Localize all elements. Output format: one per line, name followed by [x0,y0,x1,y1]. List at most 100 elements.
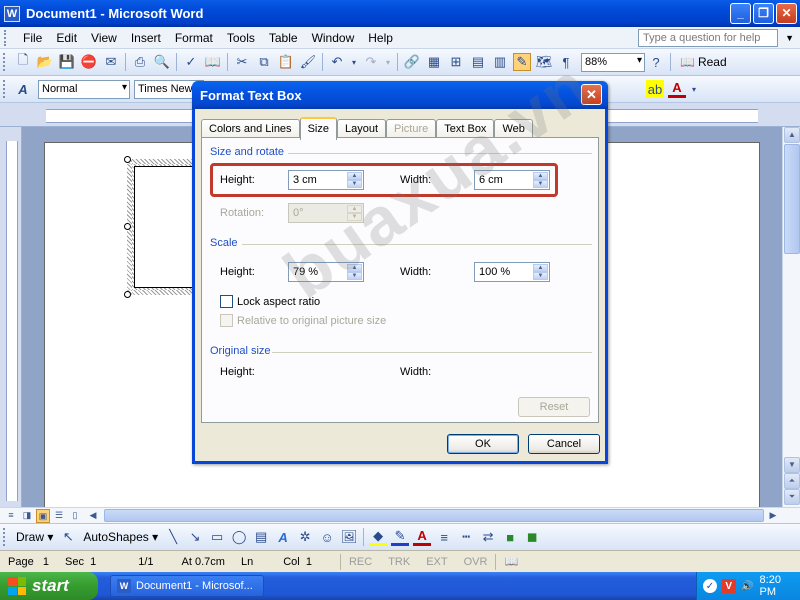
tab-text-box[interactable]: Text Box [436,119,495,139]
menu-insert[interactable]: Insert [124,31,168,45]
scroll-left-icon[interactable]: ◀ [86,509,100,523]
menu-window[interactable]: Window [305,31,362,45]
toolbar-grip-icon[interactable] [3,53,9,71]
tab-web[interactable]: Web [494,119,533,139]
email-icon[interactable]: ✉ [102,53,120,71]
tray-unikey-icon[interactable]: V [721,579,736,593]
status-trk[interactable]: TRK [380,556,418,568]
dialog-close-button[interactable]: ✕ [581,84,602,105]
spin-down-icon[interactable]: ▼ [347,272,362,280]
spin-up-icon[interactable]: ▲ [533,264,548,272]
spin-up-icon[interactable]: ▲ [347,172,362,180]
status-ext[interactable]: EXT [418,556,455,568]
cut-icon[interactable]: ✂ [233,53,251,71]
autoshapes-menu-button[interactable]: AutoShapes ▾ [83,530,158,544]
toolbar-grip-icon[interactable] [3,80,9,98]
start-button[interactable]: start [0,572,98,600]
horizontal-scrollbar[interactable]: ≡ ◨ ▣ ☰ ▯ ◀ ▶ [0,507,800,523]
help-icon[interactable]: ? [647,53,665,71]
menu-format[interactable]: Format [168,31,220,45]
tray-speaker-icon[interactable]: 🔊 [741,579,755,593]
read-button[interactable]: 📖 Read [680,55,727,69]
outline-view-icon[interactable]: ☰ [52,509,66,523]
shadow-style-icon[interactable]: ■ [501,528,519,546]
resize-handle[interactable] [124,156,131,163]
arrow-style-icon[interactable]: ⇄ [479,528,497,546]
scroll-down-icon[interactable]: ▼ [784,457,800,473]
3d-style-icon[interactable]: ◼ [523,528,541,546]
select-objects-icon[interactable]: ↖ [59,528,77,546]
tray-arrow-icon[interactable]: ✓ [703,579,717,593]
redo-dropdown-icon[interactable]: ▾ [384,53,392,71]
scale-height-spinner[interactable]: 79 % ▲ ▼ [288,262,364,282]
wordart-icon[interactable]: A [274,528,292,546]
toolbar-grip-icon[interactable] [3,528,9,546]
hyperlink-icon[interactable]: 🔗 [403,53,421,71]
menu-help[interactable]: Help [361,31,400,45]
restore-button[interactable]: ❐ [753,3,774,24]
line-style-icon[interactable]: ≡ [435,528,453,546]
spin-up-icon[interactable]: ▲ [533,172,548,180]
permission-icon[interactable]: ⛔ [80,53,98,71]
width-spinner[interactable]: 6 cm ▲ ▼ [474,170,550,190]
draw-font-color-icon[interactable]: A [413,528,432,546]
prev-page-icon[interactable]: ⏶ [784,473,800,489]
spelling-icon[interactable]: ✓ [182,53,200,71]
print-preview-icon[interactable]: 🔍 [153,53,171,71]
oval-icon[interactable]: ◯ [230,528,248,546]
menu-table[interactable]: Table [262,31,305,45]
line-color-icon[interactable]: ✎ [391,528,410,546]
format-painter-icon[interactable]: 🖌 [299,53,317,71]
style-select[interactable]: Normal [38,79,130,99]
copy-icon[interactable]: ⧉ [255,53,273,71]
menu-edit[interactable]: Edit [49,31,84,45]
dash-style-icon[interactable]: ┅ [457,528,475,546]
vertical-ruler[interactable] [0,127,22,507]
show-hide-icon[interactable]: ¶ [557,53,575,71]
save-icon[interactable]: 💾 [58,53,76,71]
lock-aspect-checkbox[interactable]: Lock aspect ratio [220,295,320,308]
tab-size[interactable]: Size [299,117,337,140]
dialog-titlebar[interactable]: Format Text Box [192,81,608,109]
vertical-scroll-thumb[interactable] [784,144,800,254]
menu-grip-icon[interactable] [4,29,12,46]
undo-dropdown-icon[interactable]: ▾ [350,53,358,71]
ok-button[interactable]: OK [447,434,519,454]
new-document-icon[interactable]: 🗋 [14,52,32,71]
fill-color-icon[interactable]: ◆ [369,528,388,546]
line-icon[interactable]: ╲ [164,528,182,546]
insert-excel-icon[interactable]: ▤ [469,53,487,71]
highlight-icon[interactable]: ab [646,80,664,98]
document-map-icon[interactable]: 🗺 [535,53,553,71]
word-app-icon[interactable]: W [4,5,20,22]
cancel-button[interactable]: Cancel [528,434,600,454]
tab-colors-and-lines[interactable]: Colors and Lines [201,119,300,139]
status-ovr[interactable]: OVR [456,556,496,568]
status-rec[interactable]: REC [341,556,380,568]
minimize-button[interactable]: _ [730,3,751,24]
reading-layout-icon[interactable]: ▯ [68,509,82,523]
scroll-up-icon[interactable]: ▲ [784,127,800,143]
tab-layout[interactable]: Layout [336,119,386,139]
print-layout-icon[interactable]: ▣ [36,509,50,523]
spin-down-icon[interactable]: ▼ [533,180,548,188]
font-color-dropdown-icon[interactable]: ▾ [690,80,698,98]
diagram-icon[interactable]: ✲ [296,528,314,546]
tables-borders-icon[interactable]: ▦ [425,53,443,71]
open-folder-icon[interactable]: 📂 [36,53,54,71]
web-layout-icon[interactable]: ◨ [20,509,34,523]
height-spinner[interactable]: 3 cm ▲ ▼ [288,170,364,190]
research-icon[interactable]: 📖 [204,53,222,71]
drawing-icon[interactable]: ✎ [513,53,531,71]
font-color-icon[interactable]: A [668,80,686,98]
arrow-icon[interactable]: ↘ [186,528,204,546]
scroll-right-icon[interactable]: ▶ [766,509,780,523]
text-box-icon[interactable]: ▤ [252,528,270,546]
draw-menu-button[interactable]: Draw ▾ [16,530,53,544]
paste-icon[interactable]: 📋 [277,53,295,71]
help-search-input[interactable]: Type a question for help [638,29,778,47]
normal-view-icon[interactable]: ≡ [4,509,18,523]
menu-view[interactable]: View [84,31,124,45]
window-titlebar[interactable]: W Document1 - Microsoft Word _ ❐ ✕ [0,0,800,27]
insert-table-icon[interactable]: ⊞ [447,53,465,71]
